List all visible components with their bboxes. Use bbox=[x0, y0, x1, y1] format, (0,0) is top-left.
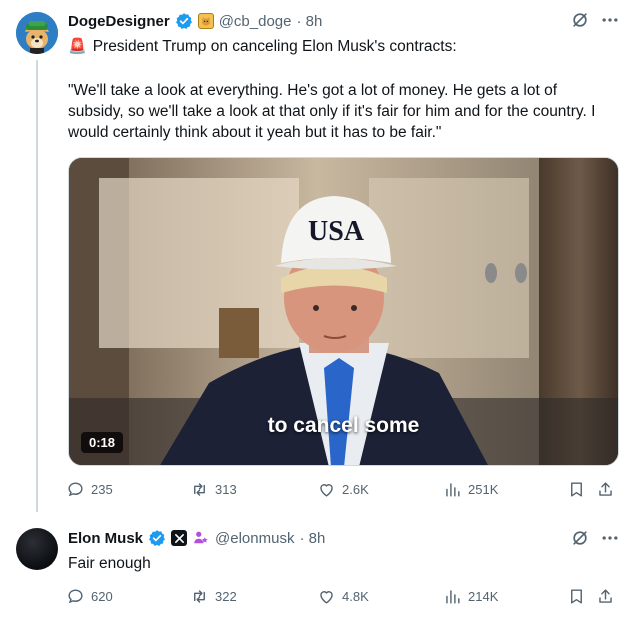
views-icon bbox=[446, 590, 460, 604]
views-button[interactable]: 251K bbox=[443, 480, 498, 499]
reply-count: 620 bbox=[91, 589, 113, 604]
bookmark-button[interactable] bbox=[567, 587, 586, 606]
display-name[interactable]: Elon Musk bbox=[68, 530, 143, 547]
views-icon bbox=[446, 483, 460, 497]
handle[interactable]: @cb_doge bbox=[219, 13, 292, 30]
share-icon bbox=[599, 482, 612, 496]
alert-siren-icon: 🚨 bbox=[68, 38, 87, 55]
share-button[interactable] bbox=[596, 587, 615, 606]
views-button[interactable]: 214K bbox=[443, 587, 498, 606]
tweet2-header: Elon Musk @elonmusk · 8h bbox=[68, 527, 325, 549]
timestamp[interactable]: · 8h bbox=[296, 13, 322, 30]
verified-badge-icon bbox=[149, 530, 165, 546]
bookmark-icon bbox=[571, 589, 582, 604]
avatar-elonmusk[interactable] bbox=[16, 528, 58, 570]
like-count: 2.6K bbox=[342, 482, 369, 497]
share-button[interactable] bbox=[596, 480, 615, 499]
x-badge-icon bbox=[171, 530, 188, 546]
avatar-dogedesigner[interactable] bbox=[16, 12, 58, 54]
repost-icon bbox=[194, 483, 205, 496]
repost-button[interactable]: 322 bbox=[190, 587, 237, 606]
like-count: 4.8K bbox=[342, 589, 369, 604]
share-icon bbox=[599, 589, 612, 603]
bookmark-icon bbox=[571, 482, 582, 497]
tweet1-headline-line: 🚨 President Trump on canceling Elon Musk… bbox=[68, 36, 457, 57]
repost-icon bbox=[194, 590, 205, 603]
affiliate-icon bbox=[194, 531, 208, 544]
like-button[interactable]: 4.8K bbox=[317, 587, 369, 606]
handle[interactable]: @elonmusk bbox=[215, 530, 294, 547]
tweet1-headline: President Trump on canceling Elon Musk's… bbox=[92, 38, 457, 55]
video-caption: to cancel some bbox=[267, 414, 420, 437]
verified-badge-icon bbox=[175, 13, 192, 29]
video-duration: 0:18 bbox=[81, 432, 124, 453]
like-icon bbox=[320, 484, 333, 497]
repost-count: 322 bbox=[215, 589, 237, 604]
tweet2-text: Fair enough bbox=[68, 555, 151, 572]
like-icon bbox=[320, 591, 333, 604]
repost-count: 313 bbox=[215, 482, 237, 497]
reply-button[interactable]: 235 bbox=[66, 480, 113, 499]
doge-badge-icon bbox=[197, 13, 214, 29]
more-icon[interactable] bbox=[600, 528, 620, 548]
tweet1-header: DogeDesigner @cb_doge · 8h bbox=[68, 10, 322, 32]
grok-icon[interactable] bbox=[570, 528, 590, 548]
thread-connector-line bbox=[36, 60, 38, 512]
repost-button[interactable]: 313 bbox=[190, 480, 237, 499]
bookmark-button[interactable] bbox=[567, 480, 586, 499]
reply-button[interactable]: 620 bbox=[66, 587, 113, 606]
view-count: 251K bbox=[468, 482, 499, 497]
video-player[interactable]: USA to cancel some 0:18 bbox=[68, 157, 619, 466]
display-name[interactable]: DogeDesigner bbox=[68, 13, 170, 30]
reply-icon bbox=[68, 482, 83, 497]
doge-avatar-illustration bbox=[16, 12, 58, 54]
tweet1-quote: "We'll take a look at everything. He's g… bbox=[68, 82, 596, 141]
timestamp[interactable]: · 8h bbox=[299, 530, 325, 547]
view-count: 214K bbox=[468, 589, 499, 604]
reply-icon bbox=[68, 589, 83, 604]
reply-count: 235 bbox=[91, 482, 113, 497]
more-icon[interactable] bbox=[600, 10, 620, 30]
like-button[interactable]: 2.6K bbox=[317, 480, 369, 499]
tweet2-action-bar: 620 322 4.8K 214K bbox=[66, 587, 620, 609]
hat-text: USA bbox=[308, 216, 365, 247]
grok-icon[interactable] bbox=[570, 10, 590, 30]
tweet1-action-bar: 235 313 2.6K 251K bbox=[66, 480, 620, 502]
